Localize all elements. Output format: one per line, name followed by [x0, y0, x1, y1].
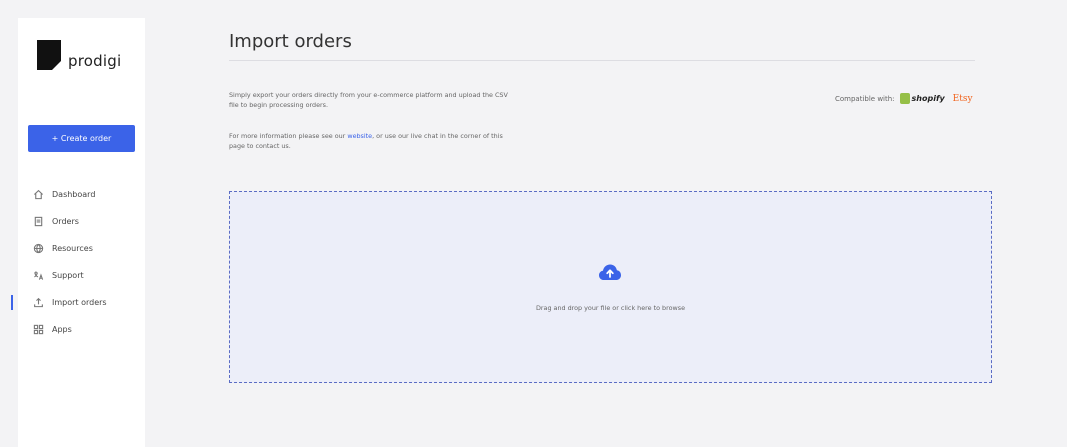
- dropzone-text: Drag and drop your file or click here to…: [535, 304, 685, 312]
- sidebar-item-dashboard[interactable]: Dashboard: [18, 181, 145, 208]
- logo-text: prodigi: [68, 52, 122, 70]
- home-icon: [32, 189, 44, 201]
- cloud-upload-icon: [599, 264, 621, 280]
- sidebar-item-label: Resources: [52, 244, 93, 253]
- sidebar-item-label: Apps: [52, 325, 72, 334]
- sidebar-nav: Dashboard Orders Resources Support Impor…: [11, 181, 145, 343]
- page-title: Import orders: [229, 31, 352, 52]
- sidebar-item-support[interactable]: Support: [18, 262, 145, 289]
- more-info-text: For more information please see our webs…: [229, 131, 509, 151]
- intro-text: Simply export your orders directly from …: [229, 91, 508, 109]
- support-icon: [32, 270, 44, 282]
- sidebar-item-label: Dashboard: [52, 190, 96, 199]
- upload-icon: [32, 297, 44, 309]
- title-divider: [229, 60, 975, 61]
- sidebar-item-resources[interactable]: Resources: [18, 235, 145, 262]
- prodigi-logo[interactable]: prodigi: [37, 40, 121, 70]
- sidebar: prodigi + Create order Dashboard Orders …: [11, 18, 145, 447]
- sidebar-item-import-orders[interactable]: Import orders: [11, 289, 145, 316]
- sidebar-item-apps[interactable]: Apps: [18, 316, 145, 343]
- shopify-logo: shopify: [899, 93, 945, 104]
- apps-icon: [32, 324, 44, 336]
- compatible-label: Compatible with:: [835, 94, 895, 103]
- file-dropzone[interactable]: Drag and drop your file or click here to…: [229, 191, 992, 383]
- document-icon: [32, 216, 44, 228]
- compatible-with: Compatible with: shopify Etsy: [835, 93, 973, 104]
- prodigi-logo-mark: [37, 40, 61, 70]
- etsy-logo: Etsy: [952, 93, 973, 104]
- create-order-button[interactable]: + Create order: [28, 125, 135, 152]
- sidebar-item-label: Orders: [52, 217, 79, 226]
- more-info-prefix: For more information please see our: [229, 132, 348, 140]
- shopify-label: shopify: [911, 94, 945, 103]
- website-link[interactable]: website: [347, 132, 372, 140]
- sidebar-item-label: Support: [52, 271, 84, 280]
- sidebar-item-label: Import orders: [52, 298, 107, 307]
- main-content: Import orders Simply export your orders …: [145, 18, 1067, 447]
- sidebar-item-orders[interactable]: Orders: [18, 208, 145, 235]
- globe-icon: [32, 243, 44, 255]
- shopify-bag-icon: [899, 93, 910, 104]
